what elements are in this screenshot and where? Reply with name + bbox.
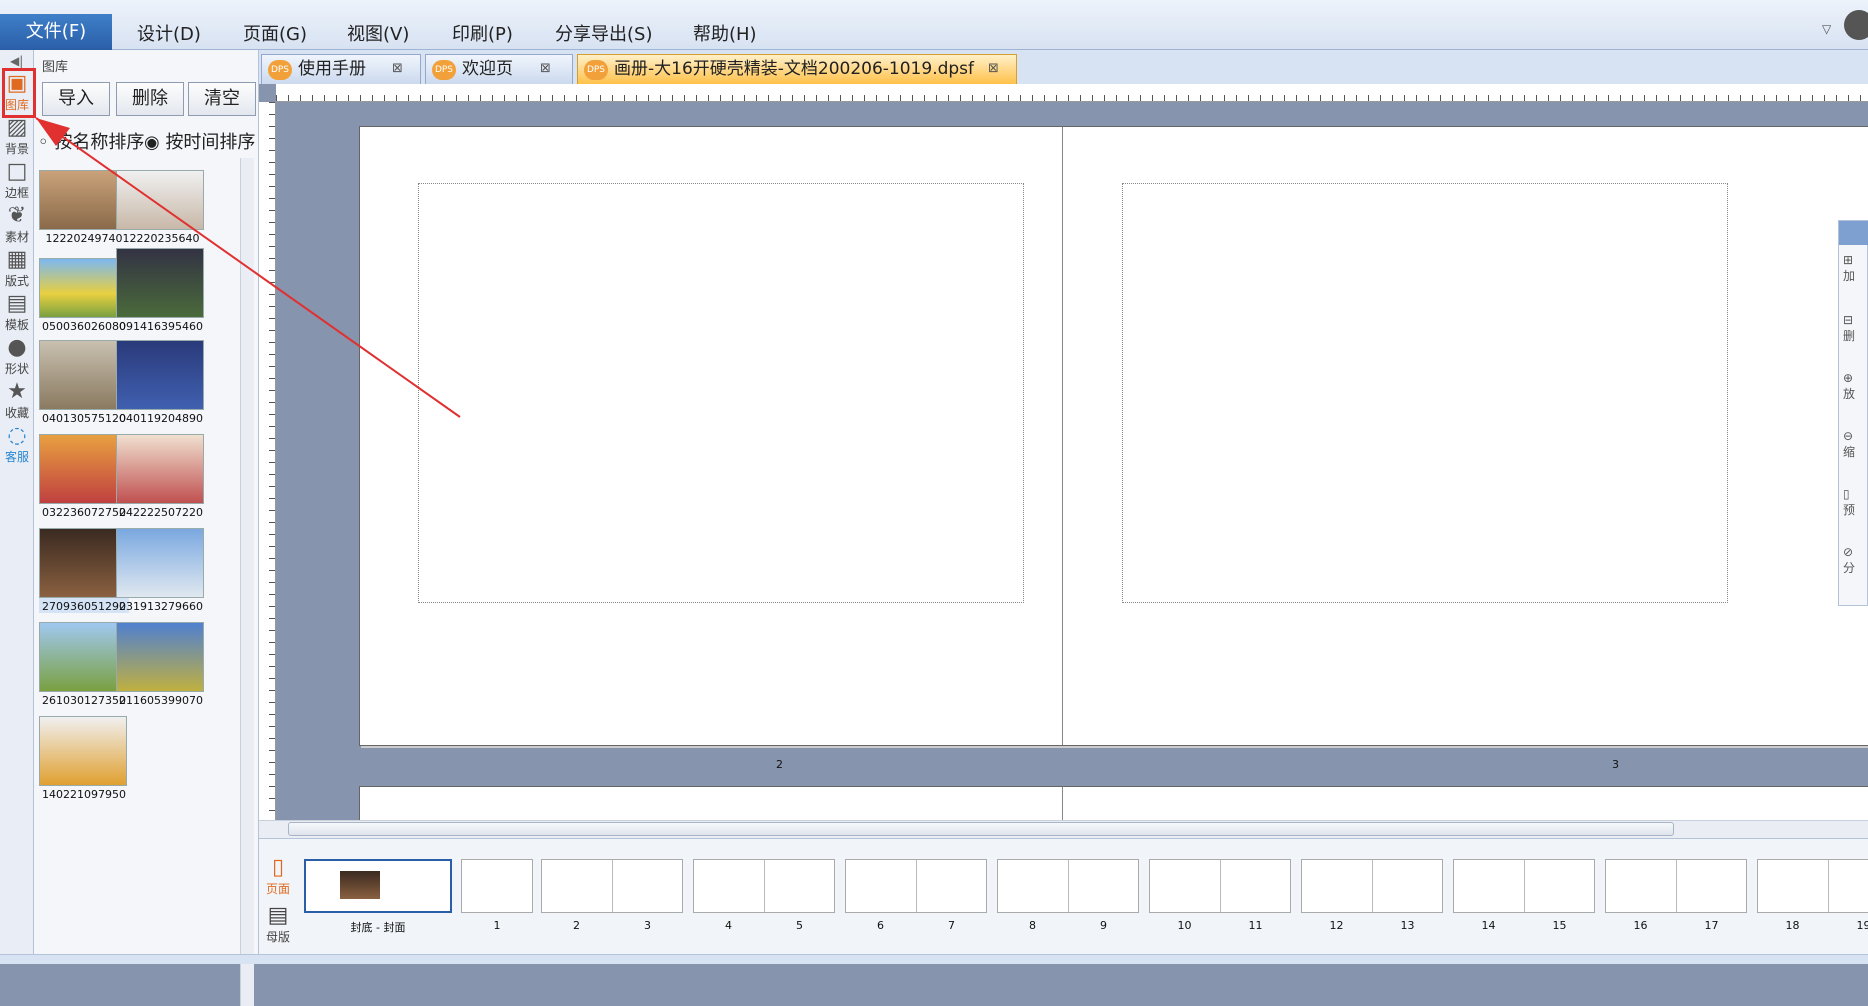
annotation-arrow <box>35 117 461 418</box>
